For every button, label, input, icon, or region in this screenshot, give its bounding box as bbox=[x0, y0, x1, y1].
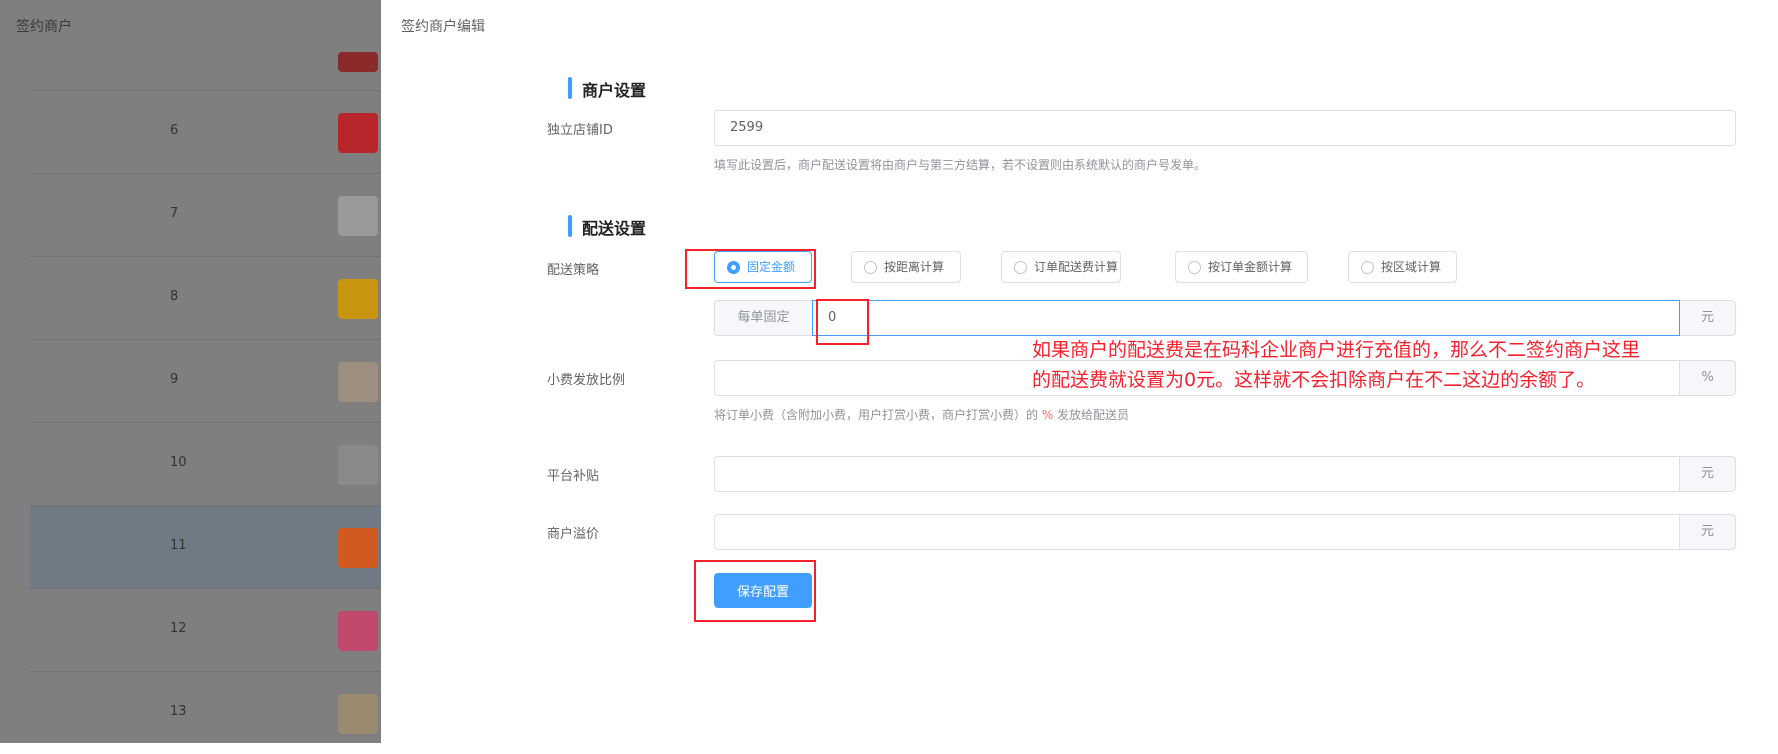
radio-order-fee[interactable]: 订单配送费计算 bbox=[1001, 251, 1121, 283]
store-id-label: 独立店铺ID bbox=[547, 123, 613, 138]
merchant-list-backdrop: 签约商户 6 7 8 9 10 11 12 13 bbox=[0, 0, 381, 743]
premium-unit: 元 bbox=[1680, 514, 1736, 550]
radio-by-region[interactable]: 按区域计算 bbox=[1348, 251, 1457, 283]
row-number: 12 bbox=[170, 621, 187, 636]
drawer-title: 签约商户编辑 bbox=[401, 19, 485, 35]
store-id-input[interactable]: 2599 bbox=[714, 110, 1736, 146]
fixed-unit: 元 bbox=[1680, 300, 1736, 336]
list-row[interactable]: 10 bbox=[30, 422, 381, 505]
store-id-hint: 填写此设置后，商户配送设置将由商户与第三方结算，若不设置则由系统默认的商户号发单… bbox=[714, 158, 1207, 172]
list-row[interactable]: 9 bbox=[30, 339, 381, 422]
premium-group: 元 bbox=[714, 514, 1736, 550]
row-number: 10 bbox=[170, 455, 187, 470]
merchant-logo bbox=[338, 362, 378, 402]
edit-drawer: 签约商户编辑 商户设置 独立店铺ID 2599 填写此设置后，商户配送设置将由商… bbox=[381, 0, 1778, 743]
merchant-logo bbox=[338, 52, 378, 72]
radio-by-distance[interactable]: 按距离计算 bbox=[851, 251, 961, 283]
tip-ratio-hint: 将订单小费（含附加小费，用户打赏小费，商户打赏小费）的 % 发放给配送员 bbox=[714, 406, 1129, 423]
annotation-line: 如果商户的配送费是在码科企业商户进行充值的，那么不二签约商户这里 bbox=[1032, 339, 1641, 361]
hint-text: 将订单小费（含附加小费，用户打赏小费，商户打赏小费）的 bbox=[714, 408, 1042, 422]
merchant-logo bbox=[338, 611, 378, 651]
section-delivery-settings: 配送设置 bbox=[568, 215, 646, 239]
subsidy-input[interactable] bbox=[714, 456, 1680, 492]
subsidy-unit: 元 bbox=[1680, 456, 1736, 492]
section-merchant-settings: 商户设置 bbox=[568, 77, 646, 101]
row-number: 8 bbox=[170, 289, 179, 304]
fixed-prefix: 每单固定 bbox=[714, 300, 812, 336]
subsidy-label: 平台补贴 bbox=[547, 469, 600, 484]
row-number: 13 bbox=[170, 704, 187, 719]
annotation-note: 如果商户的配送费是在码科企业商户进行充值的，那么不二签约商户这里 的配送费就设置… bbox=[1032, 335, 1732, 395]
hint-text: 发放给配送员 bbox=[1053, 408, 1130, 422]
strategy-label: 配送策略 bbox=[547, 263, 600, 278]
row-number: 6 bbox=[170, 123, 179, 138]
row-number: 7 bbox=[170, 206, 179, 221]
tip-ratio-label: 小费发放比例 bbox=[547, 373, 626, 388]
merchant-logo bbox=[338, 694, 378, 734]
list-row[interactable] bbox=[30, 7, 381, 90]
premium-input[interactable] bbox=[714, 514, 1680, 550]
row-number: 11 bbox=[170, 538, 187, 553]
highlight-box bbox=[694, 560, 816, 622]
radio-by-order-amount[interactable]: 按订单金额计算 bbox=[1175, 251, 1308, 283]
fixed-amount-input[interactable]: 0 bbox=[812, 300, 1680, 336]
list-row[interactable]: 7 bbox=[30, 173, 381, 256]
list-row[interactable]: 13 bbox=[30, 671, 381, 754]
annotation-line: 的配送费就设置为0元。这样就不会扣除商户在不二这边的余额了。 bbox=[1032, 369, 1596, 391]
highlight-box bbox=[816, 299, 869, 345]
merchant-logo bbox=[338, 279, 378, 319]
merchant-logo bbox=[338, 445, 378, 485]
merchant-logo bbox=[338, 196, 378, 236]
merchant-logo bbox=[338, 113, 378, 153]
merchant-logo bbox=[338, 528, 378, 568]
list-row[interactable]: 6 bbox=[30, 90, 381, 173]
list-row[interactable]: 11 bbox=[30, 505, 381, 588]
list-row[interactable]: 8 bbox=[30, 256, 381, 339]
subsidy-group: 元 bbox=[714, 456, 1736, 492]
row-number: 9 bbox=[170, 372, 179, 387]
hint-percent: % bbox=[1041, 408, 1054, 422]
highlight-box bbox=[685, 249, 816, 289]
list-row[interactable]: 12 bbox=[30, 588, 381, 671]
premium-label: 商户溢价 bbox=[547, 527, 600, 542]
